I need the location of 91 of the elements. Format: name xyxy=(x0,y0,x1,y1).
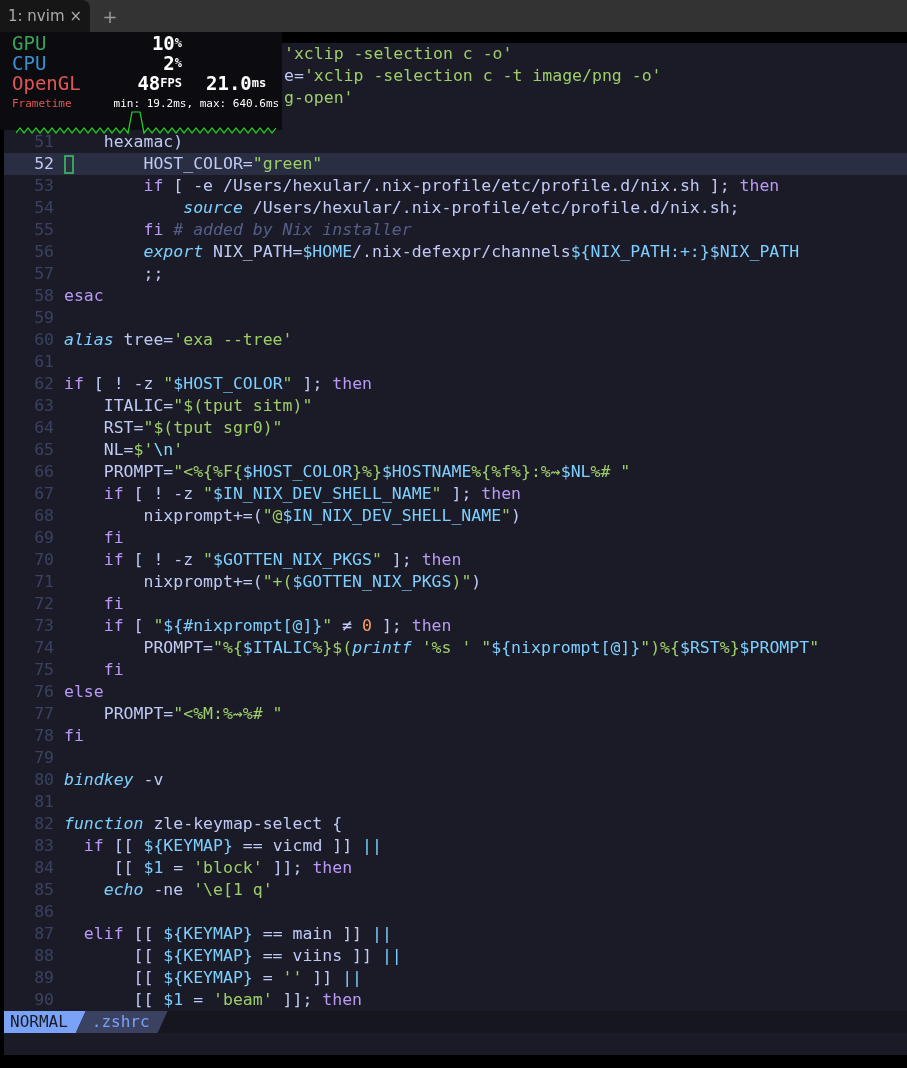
line-number: 86 xyxy=(33,901,54,923)
code-line: PROMPT="<%M:%⇝%# " xyxy=(102,703,283,725)
code-line: e='xclip -selection c -t image/png -o' xyxy=(284,65,662,87)
line-number: 89 xyxy=(33,967,54,989)
line-number: 70 xyxy=(33,549,54,571)
code-line: [[ $1 = 'block' ]]; then xyxy=(112,857,353,879)
code-line: alias tree='exa --tree' xyxy=(64,329,293,351)
line-number: 78 xyxy=(33,725,54,747)
metric-value: 21.0ms xyxy=(206,73,267,93)
line-number: 54 xyxy=(33,197,54,219)
line-number: 63 xyxy=(33,395,54,417)
command-line-area[interactable] xyxy=(4,1033,907,1055)
metric-value: 2% xyxy=(162,53,182,73)
line-number: 61 xyxy=(33,351,54,373)
metric-value: 10% xyxy=(150,33,182,53)
line-number: 60 xyxy=(33,329,54,351)
line-number: 65 xyxy=(33,439,54,461)
code-line: [[ ${KEYMAP} == viins ]] || xyxy=(132,945,402,967)
code-line: if [ ! -z "$HOST_COLOR" ]; then xyxy=(64,373,372,395)
code-line: else xyxy=(64,681,104,703)
code-line: RST="$(tput sgr0)" xyxy=(102,417,283,439)
code-line: if [ ! -z "$IN_NIX_DEV_SHELL_NAME" ]; then xyxy=(102,483,521,505)
line-number: 62 xyxy=(33,373,54,395)
line-number: 76 xyxy=(33,681,54,703)
line-number: 57 xyxy=(33,263,54,285)
line-number: 90 xyxy=(33,989,54,1011)
file-name: .zshrc xyxy=(75,1011,168,1033)
line-number: 67 xyxy=(33,483,54,505)
line-number: 81 xyxy=(33,791,54,813)
code-line: [[ $1 = 'beam' ]]; then xyxy=(132,989,363,1011)
line-number: 56 xyxy=(33,241,54,263)
metric-label: CPU xyxy=(12,53,48,73)
line-number: 59 xyxy=(33,307,54,329)
line-number: 85 xyxy=(33,879,54,901)
code-line: [[ ${KEYMAP} = '' ]] || xyxy=(132,967,363,989)
code-line: bindkey -v xyxy=(64,769,164,791)
line-number: 68 xyxy=(33,505,54,527)
tab[interactable]: 1: nvim × xyxy=(0,0,90,32)
code-line: g-open' xyxy=(284,87,354,109)
line-number: 53 xyxy=(33,175,54,197)
line-number: 84 xyxy=(33,857,54,879)
line-number: 75 xyxy=(33,659,54,681)
frametime-stats: min: 19.2ms, max: 640.6ms xyxy=(113,97,280,110)
line-number: 64 xyxy=(33,417,54,439)
code-line: if [ -e /Users/hexular/.nix-profile/etc/profile.d/nix.sh ]; then xyxy=(142,175,780,197)
code-line: elif [[ ${KEYMAP} == main ]] || xyxy=(82,923,392,945)
code-line: fi xyxy=(102,659,124,681)
line-number: 79 xyxy=(33,747,54,769)
frametime-label: Frametime xyxy=(12,97,72,110)
line-number: 72 xyxy=(33,593,54,615)
code-line: PROMPT="%{$ITALIC%}$(printf '%s ' "${nixprompt[@]}")%{$RST%}$PROMPT" xyxy=(142,637,820,659)
code-line: nixprompt+=("+($GOTTEN_NIX_PKGS)") xyxy=(142,571,482,593)
code-line: fi xyxy=(64,725,84,747)
code-line: if [ "${#nixprompt[@]}" ≠ 0 ]; then xyxy=(102,615,452,637)
code-line: if [[ ${KEYMAP} == vicmd ]] || xyxy=(82,835,382,857)
code-line: source /Users/hexular/.nix-profile/etc/profile.d/nix.sh; xyxy=(182,197,740,219)
code-line: if [ ! -z "$GOTTEN_NIX_PKGS" ]; then xyxy=(102,549,462,571)
line-number: 51 xyxy=(33,131,54,153)
line-number: 87 xyxy=(33,923,54,945)
line-number: 55 xyxy=(33,219,54,241)
code-line: NL=$'\n' xyxy=(102,439,184,461)
code-line: fi xyxy=(102,527,124,549)
new-tab-button[interactable]: + xyxy=(90,2,130,30)
code-line: hexamac) xyxy=(102,131,184,153)
metric-label: OpenGL xyxy=(12,73,82,93)
code-line: fi xyxy=(102,593,124,615)
code-line: function zle-keymap-select { xyxy=(64,813,343,835)
code-line: PROMPT="<%{%F{$HOST_COLOR}%}$HOSTNAME%{%f%}:%⇝$NL%# " xyxy=(102,461,631,483)
line-number: 80 xyxy=(33,769,54,791)
metric-value: 48FPS xyxy=(136,73,182,93)
code-line: fi # added by Nix installer xyxy=(142,219,412,241)
line-number: 73 xyxy=(33,615,54,637)
line-number: 88 xyxy=(33,945,54,967)
code-line: ;; xyxy=(142,263,164,285)
code-line: nixprompt+=("@$IN_NIX_DEV_SHELL_NAME") xyxy=(142,505,521,527)
code-line: echo -ne '\e[1 q' xyxy=(102,879,273,901)
line-number: 82 xyxy=(33,813,54,835)
mode-indicator: NORMAL xyxy=(4,1011,86,1033)
code-line: 'xclip -selection c -o' xyxy=(284,43,513,65)
line-number: 66 xyxy=(33,461,54,483)
code-line: esac xyxy=(64,285,104,307)
code-line: ITALIC="$(tput sitm)" xyxy=(102,395,313,417)
line-number: 71 xyxy=(33,571,54,593)
line-number: 83 xyxy=(33,835,54,857)
metric-label: GPU xyxy=(12,33,48,53)
code-line: export NIX_PATH=$HOME/.nix-defexpr/channels${NIX_PATH:+:}$NIX_PATH xyxy=(142,241,800,263)
line-number: 77 xyxy=(33,703,54,725)
line-number: 74 xyxy=(33,637,54,659)
line-number: 69 xyxy=(33,527,54,549)
line-number: 58 xyxy=(33,285,54,307)
line-number: 52 xyxy=(33,153,54,175)
